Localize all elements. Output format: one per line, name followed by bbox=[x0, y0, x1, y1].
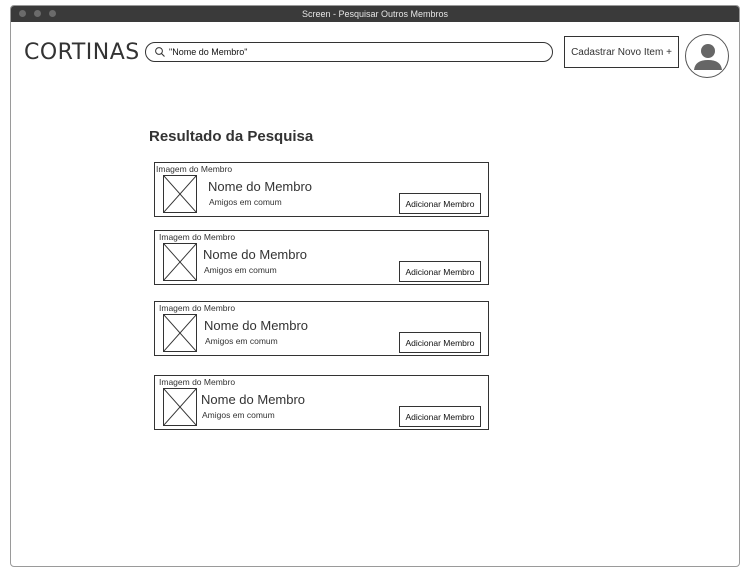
window-controls bbox=[19, 10, 56, 17]
app-window: Screen - Pesquisar Outros Membros CORTIN… bbox=[10, 5, 740, 567]
add-member-button[interactable]: Adicionar Membro bbox=[399, 261, 481, 282]
member-name: Nome do Membro bbox=[204, 318, 309, 333]
mutual-friends: Amigos em comum bbox=[205, 336, 278, 346]
member-image-placeholder-icon bbox=[163, 314, 197, 352]
maximize-window-button[interactable] bbox=[49, 10, 56, 17]
member-card: Imagem do Membro Nome do Membro Amigos e… bbox=[154, 162, 489, 217]
member-name: Nome do Membro bbox=[208, 179, 313, 194]
member-name: Nome do Membro bbox=[203, 247, 308, 262]
minimize-window-button[interactable] bbox=[34, 10, 41, 17]
member-image-placeholder-icon bbox=[163, 243, 197, 281]
member-card: Imagem do Membro Nome do Membro Amigos e… bbox=[154, 301, 489, 356]
mutual-friends: Amigos em comum bbox=[204, 265, 277, 275]
member-image-label: Imagem do Membro bbox=[159, 232, 236, 242]
add-member-button[interactable]: Adicionar Membro bbox=[399, 193, 481, 214]
member-card: Imagem do Membro Nome do Membro Amigos e… bbox=[154, 375, 489, 430]
member-image-placeholder-icon bbox=[163, 175, 197, 213]
close-window-button[interactable] bbox=[19, 10, 26, 17]
member-name: Nome do Membro bbox=[201, 392, 306, 407]
member-image-label: Imagem do Membro bbox=[159, 377, 236, 387]
member-image-label: Imagem do Membro bbox=[159, 303, 236, 313]
window-title: Screen - Pesquisar Outros Membros bbox=[301, 9, 449, 19]
mutual-friends: Amigos em comum bbox=[202, 410, 275, 420]
app-logo[interactable]: CORTINAS bbox=[24, 40, 140, 65]
search-input[interactable] bbox=[169, 47, 529, 57]
results-title: Resultado da Pesquisa bbox=[149, 128, 314, 145]
add-new-item-button[interactable]: Cadastrar Novo Item + bbox=[564, 36, 679, 68]
search-bar[interactable] bbox=[145, 42, 553, 62]
title-bar: Screen - Pesquisar Outros Membros bbox=[11, 6, 739, 22]
add-member-button[interactable]: Adicionar Membro bbox=[399, 406, 481, 427]
search-icon bbox=[155, 47, 165, 57]
member-image-label: Imagem do Membro bbox=[156, 164, 233, 174]
user-icon bbox=[694, 44, 722, 70]
user-avatar[interactable] bbox=[685, 34, 729, 78]
mutual-friends: Amigos em comum bbox=[209, 197, 282, 207]
member-image-placeholder-icon bbox=[163, 388, 197, 426]
member-card: Imagem do Membro Nome do Membro Amigos e… bbox=[154, 230, 489, 285]
add-member-button[interactable]: Adicionar Membro bbox=[399, 332, 481, 353]
